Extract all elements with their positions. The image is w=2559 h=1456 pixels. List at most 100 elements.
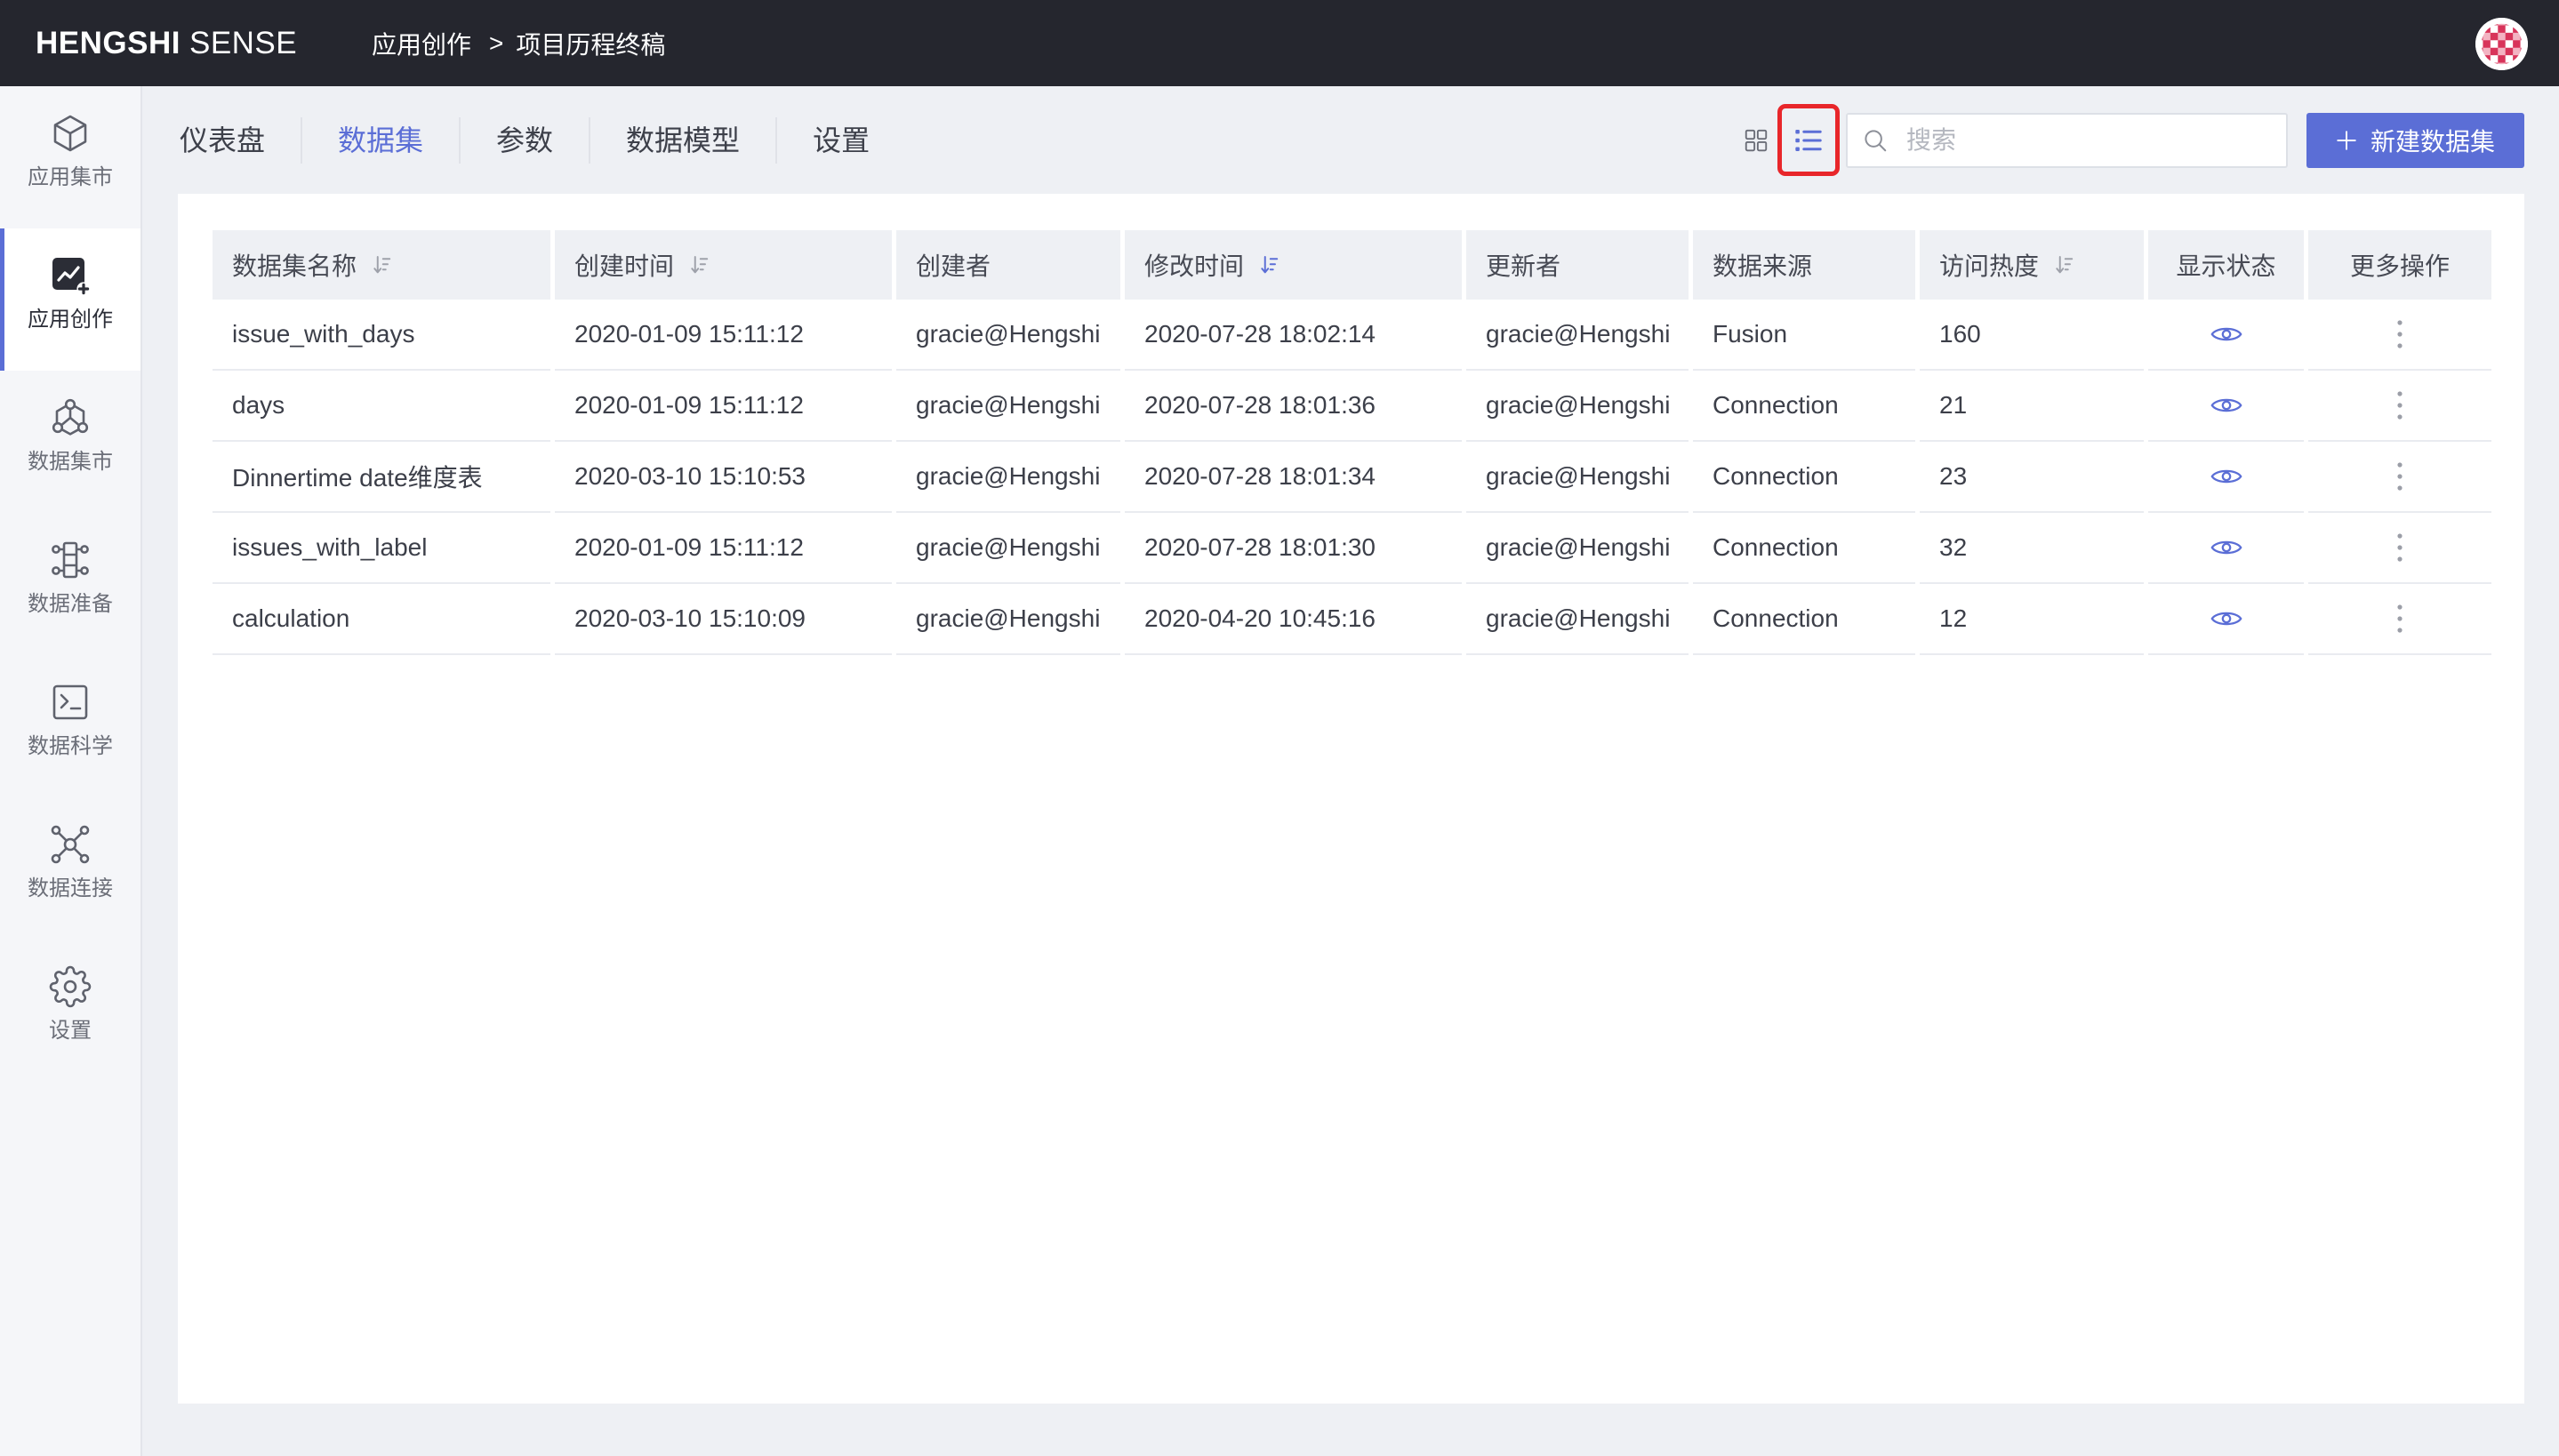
cell-creator: gracie@Hengshi	[896, 584, 1120, 655]
terminal-icon	[49, 681, 92, 724]
sidebar-item-data-connection[interactable]: 数据连接	[0, 797, 140, 940]
cell-creator: gracie@Hengshi	[896, 513, 1120, 584]
cell-updater: gracie@Hengshi	[1466, 584, 1689, 655]
sidebar-item-label: 数据连接	[28, 876, 113, 900]
eye-icon[interactable]	[2210, 537, 2242, 558]
cell-dataset-name[interactable]: Dinnertime date维度表	[213, 442, 550, 513]
table-row[interactable]: issue_with_days 2020-01-09 15:11:12 gracie…	[213, 300, 2491, 371]
chart-create-icon	[49, 254, 92, 297]
sidebar-item-data-prep[interactable]: 数据准备	[0, 513, 140, 655]
tab-data-model[interactable]: 数据模型	[626, 114, 740, 167]
cell-visit-count: 23	[1920, 442, 2144, 513]
column-header-label: 创建时间	[574, 252, 675, 280]
logo-light-text: SENSE	[189, 26, 298, 60]
more-vertical-icon[interactable]	[2396, 461, 2403, 492]
table-row[interactable]: calculation 2020-03-10 15:10:09 gracie@Hen…	[213, 584, 2491, 655]
top-bar: HENGSHI SENSE 应用创作 > 项目历程终稿	[0, 0, 2559, 86]
user-avatar[interactable]	[2475, 18, 2528, 70]
cell-modified-time: 2020-07-28 18:01:34	[1125, 442, 1462, 513]
cell-dataset-name[interactable]: issue_with_days	[213, 300, 550, 371]
column-header-more-actions: 更多操作	[2308, 230, 2491, 300]
column-header-label: 更多操作	[2349, 252, 2450, 280]
table-row[interactable]: Dinnertime date维度表 2020-03-10 15:10:53 gra…	[213, 442, 2491, 513]
column-header-label: 显示状态	[2176, 252, 2276, 280]
cell-dataset-name[interactable]: calculation	[213, 584, 550, 655]
sidebar: 应用集市 应用创作 数据集市 数据准备 数据科学 数据连接 设置	[0, 86, 142, 1456]
sidebar-item-label: 数据科学	[28, 734, 113, 758]
more-vertical-icon[interactable]	[2396, 532, 2403, 563]
sort-icon[interactable]	[1260, 254, 1280, 276]
app-logo[interactable]: HENGSHI SENSE	[36, 0, 297, 86]
table-row[interactable]: days 2020-01-09 15:11:12 gracie@Hengshi 202…	[213, 371, 2491, 442]
cell-display-status	[2148, 584, 2304, 655]
table-body: issue_with_days 2020-01-09 15:11:12 gracie…	[213, 300, 2491, 655]
tab-divider	[301, 117, 303, 164]
column-header-visit-count[interactable]: 访问热度	[1920, 230, 2144, 300]
cell-creator: gracie@Hengshi	[896, 371, 1120, 442]
column-header-updater: 更新者	[1466, 230, 1689, 300]
tab-settings[interactable]: 设置	[813, 114, 870, 167]
column-header-modified-time[interactable]: 修改时间	[1125, 230, 1462, 300]
search-icon	[1862, 127, 1889, 154]
cell-created-time: 2020-01-09 15:11:12	[555, 371, 892, 442]
breadcrumb-separator: >	[489, 28, 504, 57]
cell-data-source: Fusion	[1693, 300, 1915, 371]
cell-created-time: 2020-01-09 15:11:12	[555, 513, 892, 584]
list-view-icon[interactable]	[1794, 127, 1823, 154]
sidebar-item-data-market[interactable]: 数据集市	[0, 371, 140, 513]
column-header-created-time[interactable]: 创建时间	[555, 230, 892, 300]
plus-icon	[2335, 129, 2358, 152]
search-input[interactable]	[1906, 115, 2280, 166]
cell-data-source: Connection	[1693, 584, 1915, 655]
table-header: 数据集名称 创建时间 创建者 修改时间 更新者 数据来源 访问热度 显示状态 更多操作	[213, 230, 2491, 300]
logo-bold-text: HENGSHI	[36, 26, 180, 60]
column-header-label: 数据来源	[1713, 252, 1813, 280]
cell-created-time: 2020-01-09 15:11:12	[555, 300, 892, 371]
sort-icon[interactable]	[2055, 254, 2074, 276]
cell-updater: gracie@Hengshi	[1466, 442, 1689, 513]
cell-visit-count: 21	[1920, 371, 2144, 442]
tab-parameters[interactable]: 参数	[496, 114, 553, 167]
eye-icon[interactable]	[2210, 466, 2242, 487]
table-row[interactable]: issues_with_label 2020-01-09 15:11:12 grac…	[213, 513, 2491, 584]
eye-icon[interactable]	[2210, 608, 2242, 629]
cell-more-actions	[2308, 300, 2491, 371]
cell-dataset-name[interactable]: issues_with_label	[213, 513, 550, 584]
cell-modified-time: 2020-07-28 18:01:36	[1125, 371, 1462, 442]
column-header-dataset-name[interactable]: 数据集名称	[213, 230, 550, 300]
cell-dataset-name[interactable]: days	[213, 371, 550, 442]
sidebar-item-label: 应用创作	[28, 308, 113, 332]
list-view-toggle[interactable]	[1777, 104, 1840, 176]
tab-divider	[775, 117, 778, 164]
column-header-label: 更新者	[1486, 252, 1561, 280]
cell-more-actions	[2308, 513, 2491, 584]
sidebar-item-settings[interactable]: 设置	[0, 940, 140, 1082]
more-vertical-icon[interactable]	[2396, 390, 2403, 420]
sort-icon[interactable]	[690, 254, 710, 276]
new-dataset-button[interactable]: 新建数据集	[2306, 113, 2524, 168]
grid-view-icon[interactable]	[1743, 127, 1769, 154]
sort-icon[interactable]	[373, 254, 392, 276]
tab-dashboard[interactable]: 仪表盘	[180, 114, 265, 167]
cell-data-source: Connection	[1693, 513, 1915, 584]
more-vertical-icon[interactable]	[2396, 604, 2403, 634]
cell-modified-time: 2020-07-28 18:01:30	[1125, 513, 1462, 584]
sidebar-item-app-create[interactable]: 应用创作	[0, 228, 140, 371]
eye-icon[interactable]	[2210, 395, 2242, 416]
cell-created-time: 2020-03-10 15:10:53	[555, 442, 892, 513]
sidebar-item-app-market[interactable]: 应用集市	[0, 86, 140, 228]
cell-visit-count: 160	[1920, 300, 2144, 371]
eye-icon[interactable]	[2210, 324, 2242, 345]
cell-updater: gracie@Hengshi	[1466, 300, 1689, 371]
breadcrumb-item-app-create[interactable]: 应用创作	[372, 26, 471, 61]
search-box	[1846, 113, 2288, 168]
breadcrumb: 应用创作 > 项目历程终稿	[372, 0, 665, 86]
data-prep-icon	[49, 539, 92, 581]
cell-display-status	[2148, 371, 2304, 442]
tab-datasets[interactable]: 数据集	[338, 114, 423, 167]
cell-display-status	[2148, 442, 2304, 513]
cell-more-actions	[2308, 371, 2491, 442]
sidebar-item-data-science[interactable]: 数据科学	[0, 655, 140, 797]
more-vertical-icon[interactable]	[2396, 319, 2403, 349]
cell-creator: gracie@Hengshi	[896, 300, 1120, 371]
